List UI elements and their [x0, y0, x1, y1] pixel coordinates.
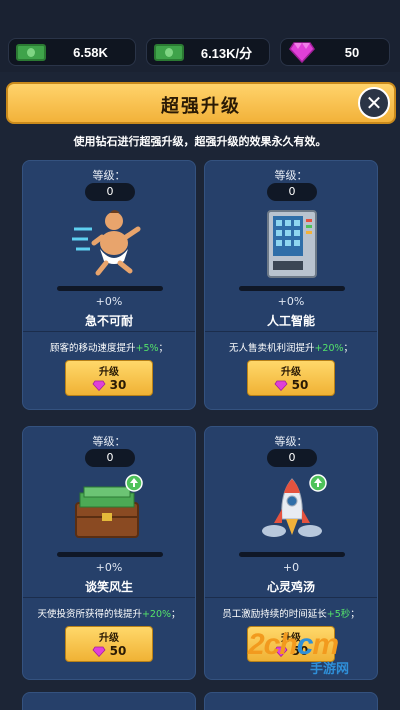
upgrade-cost: 30: [66, 378, 152, 392]
money-case-icon: [75, 474, 143, 538]
close-button[interactable]: ✕: [358, 87, 390, 119]
income-value: 6.13K/分: [200, 45, 253, 61]
next-card-partial: [22, 692, 196, 710]
level-value: 0: [85, 449, 135, 467]
upgrade-description: 无人售卖机利润提升+20%；: [228, 343, 354, 354]
subtitle: 使用钻石进行超强升级，超强升级的效果永久有效。: [73, 135, 327, 148]
upgrade-description: 顾客的移动速度提升+5%；: [49, 343, 169, 354]
upgrade-button-label: 升级: [99, 367, 119, 378]
upgrade-name: 人工智能: [266, 314, 315, 328]
level-label: 等级：: [92, 169, 126, 182]
level-value: 0: [267, 183, 317, 201]
gem-value: 50: [344, 44, 360, 60]
level-label: 等级：: [92, 435, 126, 448]
upgrade-card: 等级： 0 +0% 谈笑风生 天使投资所获得的钱提升+20%； 升级 50: [22, 426, 196, 680]
cash-value: 6.58K: [73, 44, 108, 60]
upgrade-button[interactable]: 升级 30: [65, 360, 153, 396]
cash-counter: 6.58K: [8, 38, 136, 66]
upgrade-description: 员工激励持续的时间延长+5秒；: [222, 609, 360, 620]
gem-icon: [92, 380, 106, 391]
progress-bar: [57, 552, 163, 557]
income-counter: 6.13K/分: [146, 38, 270, 66]
upgrade-name: 急不可耐: [84, 314, 133, 328]
upgrade-card: 等级： 0 +0% 人工智能 无人售卖机利润提升+20%； 升级 50: [204, 160, 378, 410]
next-card-partial: [204, 692, 378, 710]
divider: [205, 597, 377, 598]
gem-icon: [289, 42, 315, 63]
upgrade-button[interactable]: 升级 50: [247, 360, 335, 396]
progress-bar: [239, 286, 345, 291]
upgrade-cost: 50: [66, 644, 152, 658]
gem-icon: [92, 646, 106, 657]
upgrade-button-label: 升级: [99, 633, 119, 644]
progress-bar: [57, 286, 163, 291]
level-label: 等级：: [274, 169, 308, 182]
rocket-icon: [262, 474, 327, 537]
upgrade-description: 天使投资所获得的钱提升+20%；: [37, 609, 181, 620]
level-label: 等级：: [274, 435, 308, 448]
site-watermark: 2chcm 手游网: [248, 628, 398, 677]
level-value: 0: [267, 449, 317, 467]
progress-bar: [239, 552, 345, 557]
upgrade-cost: 50: [248, 378, 334, 392]
upgrade-name: 心灵鸡汤: [266, 580, 315, 594]
watermark-logo: 2chcm: [248, 628, 339, 661]
upgrade-button-label: 升级: [281, 367, 301, 378]
gem-icon: [274, 380, 288, 391]
effect-percent: +0: [282, 561, 300, 574]
upgrade-button[interactable]: 升级 50: [65, 626, 153, 662]
upgrade-card: 等级： 0 +0% 急不可耐 顾客的移动速度提升+5%； 升级 30: [22, 160, 196, 410]
cash-icon: [154, 43, 184, 61]
cash-icon: [16, 43, 46, 61]
watermark-text: 手游网: [310, 662, 350, 677]
divider: [205, 331, 377, 332]
upgrade-name: 谈笑风生: [84, 580, 133, 594]
effect-percent: +0%: [95, 295, 123, 308]
page-title: 超强升级: [161, 96, 241, 117]
level-value: 0: [85, 183, 135, 201]
divider: [23, 597, 195, 598]
gem-counter: 50: [280, 38, 390, 66]
effect-percent: +0%: [95, 561, 123, 574]
upgrade-header: 超强升级 ✕: [6, 82, 396, 124]
close-icon: ✕: [365, 91, 383, 115]
divider: [23, 331, 195, 332]
running-baby-icon: [72, 210, 141, 276]
vending-machine-icon: [267, 210, 317, 278]
effect-percent: +0%: [277, 295, 305, 308]
